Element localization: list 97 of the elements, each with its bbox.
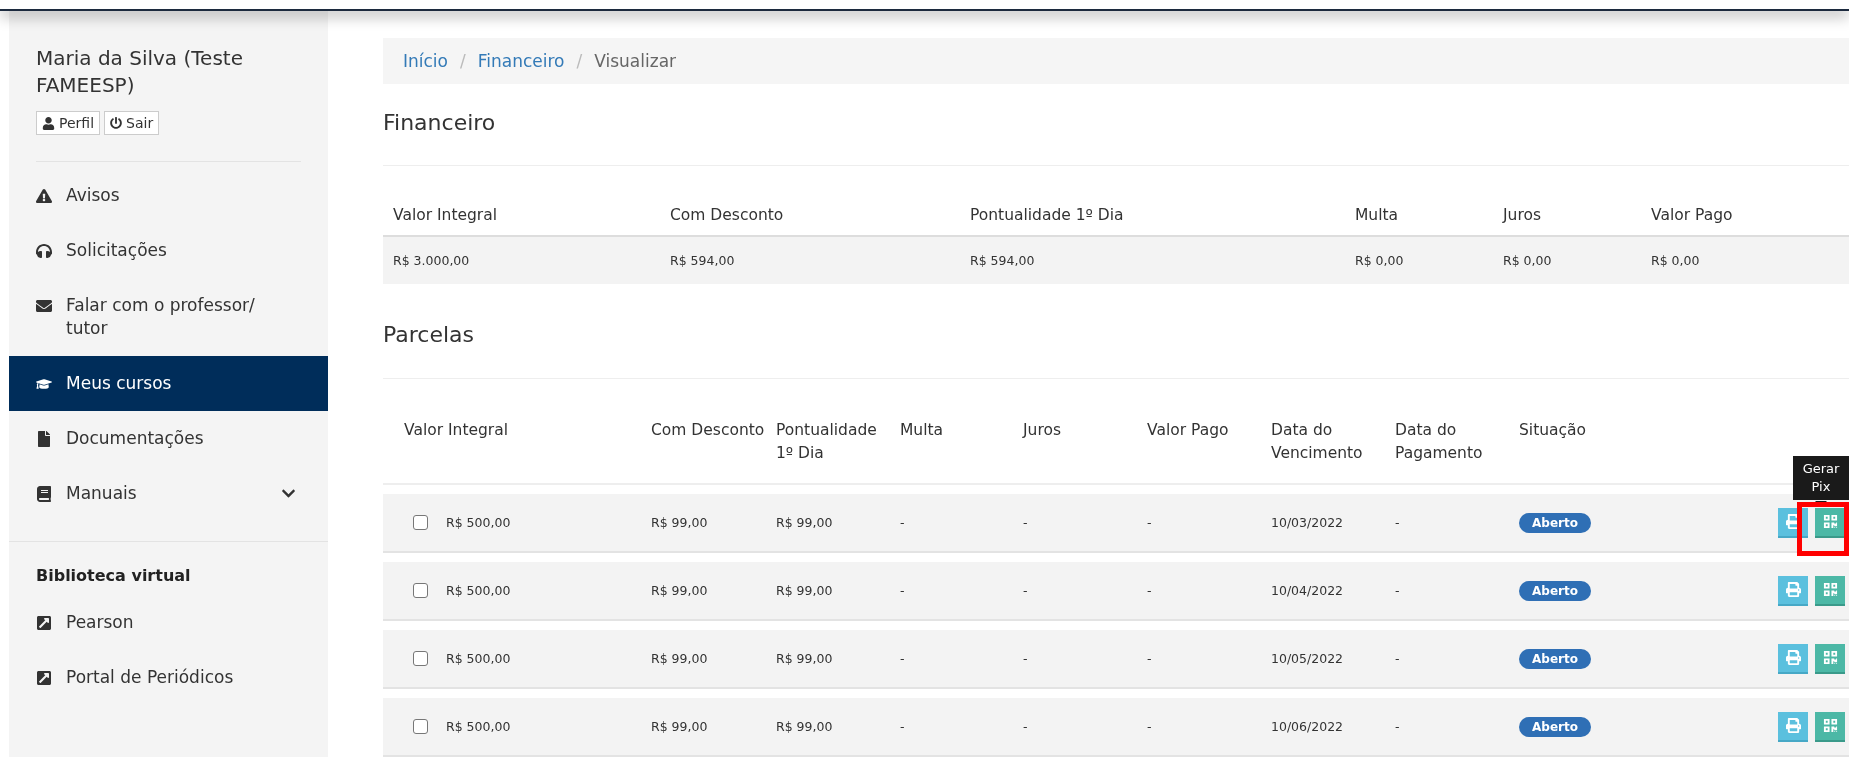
table-cell-text: R$ 0,00 <box>1503 252 1553 268</box>
table-cell: - <box>1023 583 1028 598</box>
table-cell-text: R$ 0,00 <box>1651 252 1701 268</box>
qr-code-button[interactable] <box>1815 643 1845 674</box>
table-cell: - <box>1395 651 1400 666</box>
column-header: Juros <box>1023 421 1061 440</box>
row-checkbox[interactable] <box>413 583 428 598</box>
table-cell-text: R$ 0,00 <box>1355 252 1405 268</box>
table-cell-text: R$ 3.000,00 <box>393 252 471 268</box>
printer-icon <box>1785 718 1801 733</box>
table-cell: - <box>1147 515 1152 530</box>
breadcrumb-link[interactable]: Início <box>403 51 448 72</box>
section-title: Biblioteca virtual <box>35 565 192 587</box>
user-name: Maria da Silva (Teste FAMEESP) <box>35 45 244 99</box>
status-badge: Aberto <box>1519 648 1591 669</box>
table-cell: R$ 99,00 <box>651 583 708 598</box>
qr-code-icon <box>1822 718 1838 733</box>
table-cell: R$ 500,00 <box>446 651 511 666</box>
menu-item[interactable]: Falar com o professor/ tutor <box>9 278 328 356</box>
status-badge: Aberto <box>1519 580 1591 601</box>
user-icon <box>42 116 55 130</box>
table-cell: - <box>1395 515 1400 530</box>
qr-code-icon <box>1822 650 1838 665</box>
table-cell: R$ 500,00 <box>446 583 511 598</box>
profile-button[interactable]: Perfil <box>36 111 101 135</box>
column-header: Valor Integral <box>393 206 498 225</box>
table-cell: R$ 99,00 <box>776 515 833 530</box>
menu-item[interactable]: Documentações <box>9 411 328 466</box>
qr-code-button[interactable] <box>1815 711 1845 742</box>
qr-code-button[interactable] <box>1815 507 1845 538</box>
table-cell-text: R$ 594,00 <box>970 252 1036 268</box>
table-cell: 10/03/2022 <box>1271 515 1344 530</box>
library-link[interactable]: Pearson <box>9 595 328 650</box>
qr-code-icon <box>1822 514 1838 529</box>
column-header: Com Desconto <box>651 421 765 440</box>
status-badge: Aberto <box>1519 716 1591 737</box>
table-cell: - <box>1023 651 1028 666</box>
tooltip: Gerar Pix <box>1793 455 1849 500</box>
table-cell: - <box>1395 719 1400 734</box>
column-header: Pontualidade 1º Dia <box>776 421 877 463</box>
column-header: Data do Vencimento <box>1271 421 1363 463</box>
table-cell: 10/04/2022 <box>1271 583 1344 598</box>
breadcrumb-separator: / <box>460 51 466 72</box>
qr-code-button[interactable] <box>1815 575 1845 606</box>
table-cell: R$ 99,00 <box>776 651 833 666</box>
table-cell: - <box>900 719 905 734</box>
table-cell: R$ 99,00 <box>651 651 708 666</box>
column-header: Valor Pago <box>1147 421 1229 440</box>
table-cell: R$ 500,00 <box>446 515 511 530</box>
table-cell: R$ 99,00 <box>776 583 833 598</box>
column-header: Multa <box>1355 206 1400 225</box>
power-icon <box>110 117 123 129</box>
table-cell: R$ 99,00 <box>651 719 708 734</box>
status-badge: Aberto <box>1519 512 1591 533</box>
row-checkbox[interactable] <box>413 719 428 734</box>
column-header: Juros <box>1503 206 1542 225</box>
menu-item[interactable]: Meus cursos <box>9 356 328 411</box>
printer-icon <box>1785 582 1801 597</box>
column-header: Multa <box>900 421 944 440</box>
print-button[interactable] <box>1778 643 1808 674</box>
table-cell: 10/06/2022 <box>1271 719 1344 734</box>
table-cell: - <box>1023 719 1028 734</box>
menu-item[interactable]: Solicitações <box>9 223 328 278</box>
table-cell-text: R$ 594,00 <box>670 252 736 268</box>
table-cell: - <box>1023 515 1028 530</box>
section-heading: Parcelas <box>383 320 475 349</box>
table-cell: - <box>1147 583 1152 598</box>
table-cell: - <box>1147 651 1152 666</box>
qr-code-icon <box>1822 582 1838 597</box>
print-button[interactable] <box>1778 575 1808 606</box>
table-cell: R$ 99,00 <box>776 719 833 734</box>
row-checkbox[interactable] <box>413 515 428 530</box>
table-cell: - <box>1395 583 1400 598</box>
table-cell: R$ 99,00 <box>651 515 708 530</box>
table-cell: - <box>900 583 905 598</box>
logout-button[interactable]: Sair <box>104 111 160 135</box>
breadcrumb-separator: / <box>576 51 583 72</box>
column-header: Valor Integral <box>404 421 508 440</box>
printer-icon <box>1785 650 1801 665</box>
column-header: Data do Pagamento <box>1395 421 1483 463</box>
column-header: Pontualidade 1º Dia <box>970 206 1125 225</box>
row-checkbox[interactable] <box>413 651 428 666</box>
table-cell: R$ 500,00 <box>446 719 511 734</box>
table-cell: - <box>900 515 905 530</box>
column-header: Situação <box>1519 421 1587 440</box>
table-cell: - <box>1147 719 1152 734</box>
menu-item[interactable]: Avisos <box>9 168 328 223</box>
breadcrumb-link[interactable]: Financeiro <box>477 51 565 72</box>
breadcrumb-link[interactable]: Visualizar <box>594 51 677 72</box>
section-heading: Financeiro <box>383 109 497 138</box>
column-header: Valor Pago <box>1651 206 1734 225</box>
library-link[interactable]: Portal de Periódicos <box>9 650 328 705</box>
table-cell: - <box>900 651 905 666</box>
column-header: Com Desconto <box>670 206 785 225</box>
menu-item[interactable]: Manuais <box>9 466 328 521</box>
print-button[interactable] <box>1778 711 1808 742</box>
table-cell: 10/05/2022 <box>1271 651 1344 666</box>
